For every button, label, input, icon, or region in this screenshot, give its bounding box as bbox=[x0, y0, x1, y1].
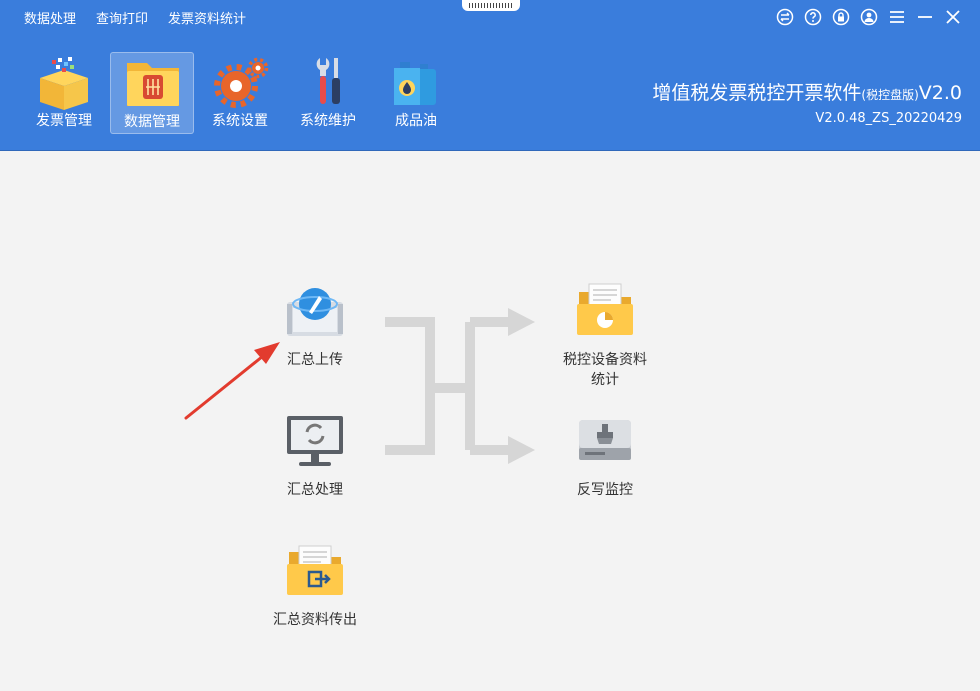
data-folder-icon bbox=[127, 63, 179, 106]
app-version: V2.0.48_ZS_20220429 bbox=[815, 111, 962, 126]
annotation-arrow-icon bbox=[184, 342, 280, 420]
toolbar-system-settings[interactable]: 系统设置 bbox=[198, 52, 282, 134]
toolbar-label: 系统维护 bbox=[300, 113, 356, 129]
menu-invoice-stats[interactable]: 发票资料统计 bbox=[168, 10, 246, 30]
window-drag-grip[interactable] bbox=[462, 0, 520, 11]
app-ver: V2.0 bbox=[918, 82, 962, 104]
writeback-monitor-label: 反写监控 bbox=[577, 482, 633, 498]
app-title: 增值税发票税控开票软件(税控盘版)V2.0 bbox=[652, 80, 962, 108]
minimize-icon[interactable] bbox=[916, 8, 934, 26]
flow-connector bbox=[385, 308, 535, 464]
toolbar-label: 数据管理 bbox=[124, 114, 180, 130]
summary-export-label: 汇总资料传出 bbox=[273, 612, 357, 628]
main-toolbar: 发票管理 数据管理 系统设置 系统维护 成品油 bbox=[22, 52, 462, 134]
lock-icon[interactable] bbox=[832, 8, 850, 26]
toolbar-data-management[interactable]: 数据管理 bbox=[110, 52, 194, 134]
invoice-box-icon bbox=[40, 57, 88, 110]
gears-icon bbox=[214, 57, 269, 108]
toolbar-system-maintenance[interactable]: 系统维护 bbox=[286, 52, 370, 134]
toolbar-label: 发票管理 bbox=[36, 113, 92, 129]
window-controls bbox=[766, 8, 962, 26]
writeback-monitor-node[interactable]: 反写监控 bbox=[545, 412, 665, 512]
toolbar-label: 成品油 bbox=[395, 113, 437, 129]
summary-process-label: 汇总处理 bbox=[287, 482, 343, 498]
menu-query-print[interactable]: 查询打印 bbox=[96, 10, 148, 30]
top-menubar: 数据处理 查询打印 发票资料统计 bbox=[24, 10, 266, 30]
help-icon[interactable] bbox=[804, 8, 822, 26]
toolbar-refined-oil[interactable]: 成品油 bbox=[374, 52, 458, 134]
summary-process-node[interactable]: 汇总处理 bbox=[255, 412, 375, 512]
device-stats-label: 税控设备资料 统计 bbox=[535, 350, 675, 390]
tools-icon bbox=[316, 58, 340, 104]
toolbar-invoice-management[interactable]: 发票管理 bbox=[22, 52, 106, 134]
device-stats-label-line2: 统计 bbox=[591, 372, 619, 388]
summary-export-node[interactable]: 汇总资料传出 bbox=[255, 542, 375, 642]
swap-icon[interactable] bbox=[776, 8, 794, 26]
device-stats-label-line1: 税控设备资料 bbox=[563, 352, 647, 368]
user-icon[interactable] bbox=[860, 8, 878, 26]
app-edition: (税控盘版) bbox=[861, 88, 919, 102]
menu-data-processing[interactable]: 数据处理 bbox=[24, 10, 76, 30]
brand-block: 增值税发票税控开票软件(税控盘版)V2.0 V2.0.48_ZS_2022042… bbox=[652, 80, 962, 128]
drive-brush-icon bbox=[579, 420, 631, 460]
close-icon[interactable] bbox=[944, 8, 962, 26]
header-bar: 数据处理 查询打印 发票资料统计 发票管理 数据管理 系统设置 系统维护 成品油… bbox=[0, 0, 980, 151]
device-stats-node[interactable]: 税控设备资料 统计 bbox=[545, 282, 665, 402]
oil-can-icon bbox=[394, 62, 436, 105]
menu-icon[interactable] bbox=[888, 8, 906, 26]
toolbar-label: 系统设置 bbox=[212, 113, 268, 129]
folder-export-icon bbox=[287, 545, 343, 595]
app-title-main: 增值税发票税控开票软件 bbox=[652, 82, 862, 104]
folder-chart-icon bbox=[577, 283, 633, 335]
